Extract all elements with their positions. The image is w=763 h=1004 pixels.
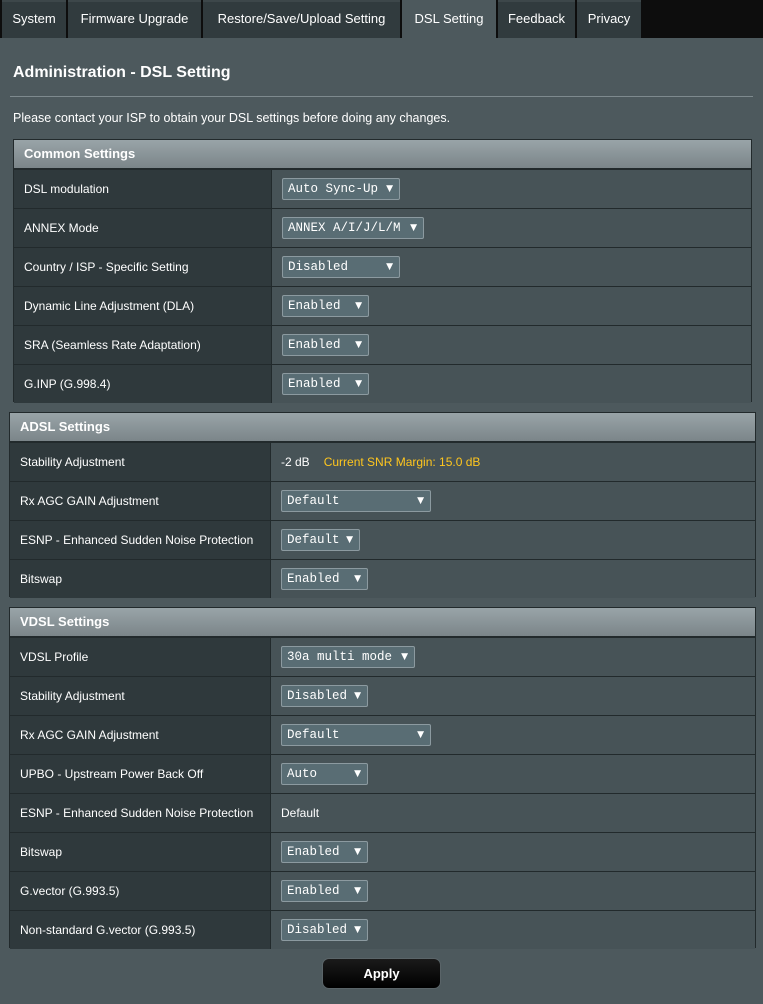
chevron-down-icon: ▼	[386, 262, 393, 272]
dsl-modulation-select[interactable]: Auto Sync-Up ▼	[282, 178, 400, 200]
setting-label: DSL modulation	[14, 170, 272, 208]
setting-row: SRA (Seamless Rate Adaptation) Enabled ▼	[14, 325, 751, 364]
tab-firmware-upgrade[interactable]: Firmware Upgrade	[68, 0, 201, 38]
notice-text: Please contact your ISP to obtain your D…	[13, 111, 451, 125]
chevron-down-icon: ▼	[354, 925, 361, 935]
setting-label: ANNEX Mode	[14, 209, 272, 247]
dla-select[interactable]: Enabled ▼	[282, 295, 369, 317]
chevron-down-icon: ▼	[355, 301, 362, 311]
adsl-rx-agc-select[interactable]: Default ▼	[281, 490, 431, 512]
setting-row: Rx AGC GAIN Adjustment Default ▼	[10, 715, 755, 754]
title-divider	[10, 96, 753, 97]
chevron-down-icon: ▼	[354, 847, 361, 857]
setting-label: ESNP - Enhanced Sudden Noise Protection	[10, 521, 271, 559]
setting-label: SRA (Seamless Rate Adaptation)	[14, 326, 272, 364]
setting-row: Stability Adjustment -2 dB Current SNR M…	[10, 442, 755, 481]
adsl-settings-section: ADSL Settings Stability Adjustment -2 dB…	[9, 412, 756, 598]
vdsl-settings-section: VDSL Settings VDSL Profile 30a multi mod…	[9, 607, 756, 949]
country-isp-select[interactable]: Disabled ▼	[282, 256, 400, 278]
setting-row: Bitswap Enabled ▼	[10, 832, 755, 871]
chevron-down-icon: ▼	[354, 691, 361, 701]
chevron-down-icon: ▼	[354, 886, 361, 896]
upbo-select[interactable]: Auto ▼	[281, 763, 368, 785]
apply-button[interactable]: Apply	[322, 958, 441, 989]
setting-label: ESNP - Enhanced Sudden Noise Protection	[10, 794, 271, 832]
section-title: VDSL Settings	[10, 608, 755, 637]
page-title: Administration - DSL Setting	[13, 64, 231, 81]
setting-row: G.vector (G.993.5) Enabled ▼	[10, 871, 755, 910]
setting-row: Country / ISP - Specific Setting Disable…	[14, 247, 751, 286]
setting-row: ESNP - Enhanced Sudden Noise Protection …	[10, 520, 755, 559]
setting-row: Bitswap Enabled ▼	[10, 559, 755, 598]
common-settings-section: Common Settings DSL modulation Auto Sync…	[13, 139, 752, 403]
setting-label: Stability Adjustment	[10, 677, 271, 715]
setting-label: Rx AGC GAIN Adjustment	[10, 716, 271, 754]
chevron-down-icon: ▼	[401, 652, 408, 662]
chevron-down-icon: ▼	[354, 769, 361, 779]
adsl-bitswap-select[interactable]: Enabled ▼	[281, 568, 368, 590]
tab-privacy[interactable]: Privacy	[577, 0, 641, 38]
setting-label: Non-standard G.vector (G.993.5)	[10, 911, 271, 949]
chevron-down-icon: ▼	[410, 223, 417, 233]
stability-value: -2 dB	[281, 455, 310, 469]
vdsl-stability-select[interactable]: Disabled ▼	[281, 685, 368, 707]
vdsl-esnp-value: Default	[281, 806, 320, 820]
chevron-down-icon: ▼	[417, 496, 424, 506]
annex-mode-select[interactable]: ANNEX A/I/J/L/M ▼	[282, 217, 424, 239]
setting-label: Bitswap	[10, 560, 271, 598]
tab-feedback[interactable]: Feedback	[498, 0, 575, 38]
section-title: Common Settings	[14, 140, 751, 169]
tab-bar: System Firmware Upgrade Restore/Save/Upl…	[0, 0, 763, 38]
tab-dsl-setting[interactable]: DSL Setting	[402, 0, 496, 38]
chevron-down-icon: ▼	[355, 340, 362, 350]
setting-label: Bitswap	[10, 833, 271, 871]
tab-system[interactable]: System	[2, 0, 66, 38]
setting-row: UPBO - Upstream Power Back Off Auto ▼	[10, 754, 755, 793]
setting-label: G.INP (G.998.4)	[14, 365, 272, 403]
setting-row: ESNP - Enhanced Sudden Noise Protection …	[10, 793, 755, 832]
vdsl-profile-select[interactable]: 30a multi mode ▼	[281, 646, 415, 668]
chevron-down-icon: ▼	[346, 535, 353, 545]
nonstandard-gvector-select[interactable]: Disabled ▼	[281, 919, 368, 941]
setting-row: VDSL Profile 30a multi mode ▼	[10, 637, 755, 676]
setting-row: Dynamic Line Adjustment (DLA) Enabled ▼	[14, 286, 751, 325]
setting-row: G.INP (G.998.4) Enabled ▼	[14, 364, 751, 403]
chevron-down-icon: ▼	[386, 184, 393, 194]
setting-label: Stability Adjustment	[10, 443, 271, 481]
ginp-select[interactable]: Enabled ▼	[282, 373, 369, 395]
sra-select[interactable]: Enabled ▼	[282, 334, 369, 356]
setting-row: DSL modulation Auto Sync-Up ▼	[14, 169, 751, 208]
section-title: ADSL Settings	[10, 413, 755, 442]
setting-label: VDSL Profile	[10, 638, 271, 676]
setting-row: Non-standard G.vector (G.993.5) Disabled…	[10, 910, 755, 949]
setting-label: G.vector (G.993.5)	[10, 872, 271, 910]
chevron-down-icon: ▼	[355, 379, 362, 389]
tab-restore-save-upload[interactable]: Restore/Save/Upload Setting	[203, 0, 400, 38]
chevron-down-icon: ▼	[354, 574, 361, 584]
gvector-select[interactable]: Enabled ▼	[281, 880, 368, 902]
adsl-esnp-select[interactable]: Default ▼	[281, 529, 360, 551]
snr-margin-text: Current SNR Margin: 15.0 dB	[323, 455, 481, 469]
setting-label: Rx AGC GAIN Adjustment	[10, 482, 271, 520]
setting-row: Stability Adjustment Disabled ▼	[10, 676, 755, 715]
chevron-down-icon: ▼	[417, 730, 424, 740]
setting-row: Rx AGC GAIN Adjustment Default ▼	[10, 481, 755, 520]
vdsl-bitswap-select[interactable]: Enabled ▼	[281, 841, 368, 863]
vdsl-rx-agc-select[interactable]: Default ▼	[281, 724, 431, 746]
setting-label: Country / ISP - Specific Setting	[14, 248, 272, 286]
setting-label: UPBO - Upstream Power Back Off	[10, 755, 271, 793]
setting-row: ANNEX Mode ANNEX A/I/J/L/M ▼	[14, 208, 751, 247]
setting-label: Dynamic Line Adjustment (DLA)	[14, 287, 272, 325]
